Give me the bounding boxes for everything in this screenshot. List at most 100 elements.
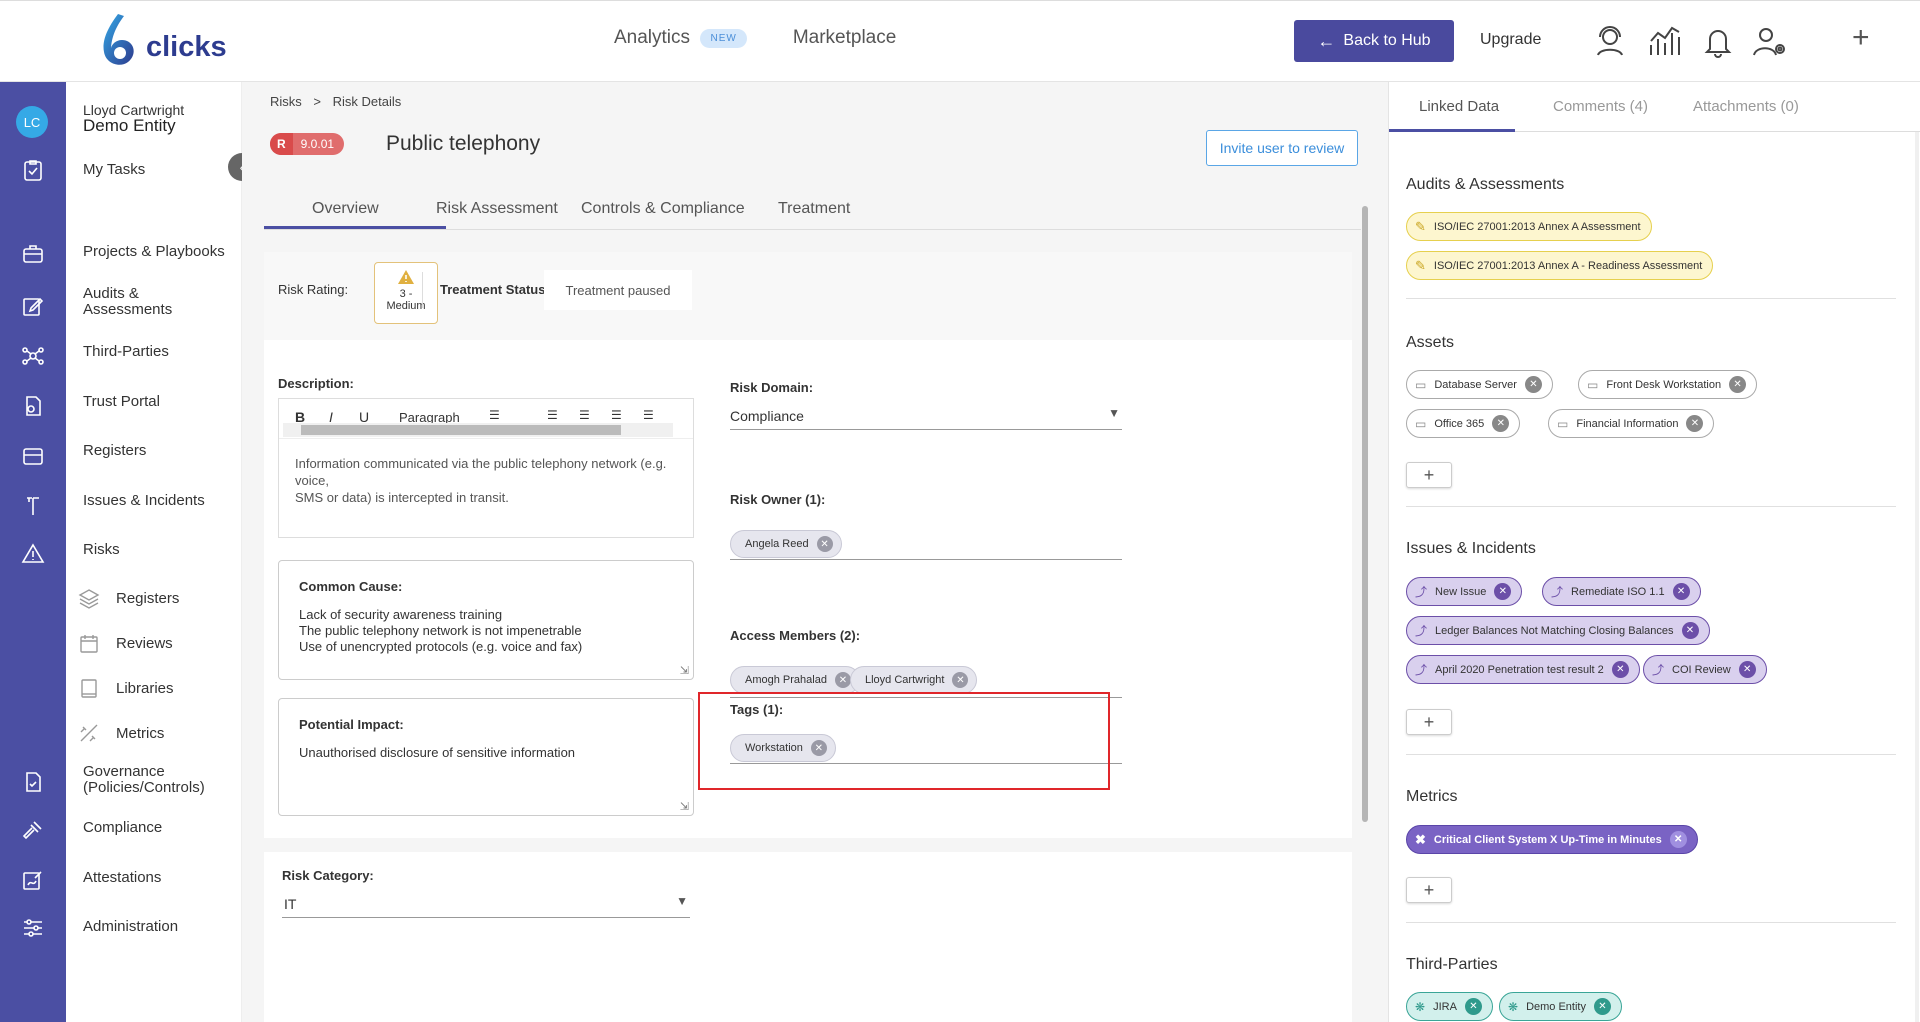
policy-icon[interactable] (21, 770, 45, 794)
remove-icon[interactable]: ✕ (834, 672, 851, 688)
sidebar-item-governance[interactable]: Governance (Policies/Controls) (83, 764, 205, 796)
invite-user-button[interactable]: Invite user to review (1206, 130, 1358, 166)
right-panel-scrollbar[interactable] (1915, 132, 1919, 1022)
main-scrollbar-thumb[interactable] (1362, 206, 1368, 822)
editor-scrollbar-thumb[interactable] (301, 425, 621, 435)
description-text[interactable]: Information communicated via the public … (295, 455, 693, 506)
remove-icon[interactable]: ✕ (1611, 661, 1629, 678)
linked-issue-chip[interactable]: ⤴ COI Review ✕ (1643, 655, 1767, 684)
access-member-chip[interactable]: Lloyd Cartwright ✕ (850, 666, 978, 694)
tab-risk-assessment[interactable]: Risk Assessment (436, 200, 558, 218)
add-metric-button[interactable]: + (1406, 877, 1452, 903)
breadcrumb-risks[interactable]: Risks (270, 94, 302, 109)
back-to-hub-button[interactable]: ← Back to Hub (1294, 20, 1454, 62)
resize-handle-icon[interactable]: ⇲ (680, 800, 689, 813)
outdent-icon[interactable]: ☰ (611, 408, 622, 422)
risk-domain-select[interactable]: Compliance ▼ (730, 398, 1122, 430)
treatment-status-value[interactable]: Treatment paused (544, 270, 692, 310)
avatar[interactable]: LC (16, 106, 48, 138)
edit-icon[interactable] (21, 294, 45, 318)
sidebar-subitem-reviews[interactable]: Reviews (116, 635, 173, 652)
sidebar-subitem-registers[interactable]: Registers (116, 590, 179, 607)
main-scrollbar[interactable] (1362, 206, 1368, 822)
remove-icon[interactable]: ✕ (1464, 998, 1482, 1015)
linked-audit-chip[interactable]: ✎ ISO/IEC 27001:2013 Annex A - Readiness… (1406, 251, 1714, 280)
remove-icon[interactable]: ✕ (1492, 415, 1510, 432)
remove-icon[interactable]: ✕ (816, 536, 833, 552)
sidebar-item-attestations[interactable]: Attestations (83, 870, 161, 886)
common-cause-card[interactable]: Common Cause: Lack of security awareness… (278, 560, 694, 680)
sidebar-item-audits[interactable]: Audits & Assessments (83, 286, 172, 318)
linked-third-party-chip[interactable]: ❋ JIRA ✕ (1406, 992, 1493, 1021)
clipboard-check-icon[interactable] (21, 158, 45, 182)
linked-issue-chip[interactable]: ⤴ New Issue ✕ (1406, 577, 1523, 606)
nav-analytics[interactable]: Analytics NEW (614, 27, 747, 49)
register-icon[interactable] (21, 444, 45, 468)
briefcase-icon[interactable] (21, 242, 45, 266)
sidebar-item-projects[interactable]: Projects & Playbooks (83, 244, 225, 260)
align-icon[interactable]: ☰ (489, 408, 500, 422)
logo[interactable]: clicks (98, 11, 227, 71)
tab-attachments[interactable]: Attachments (0) (1693, 98, 1799, 115)
remove-icon[interactable]: ✕ (1672, 583, 1690, 600)
risk-owner-chip[interactable]: Angela Reed ✕ (730, 530, 842, 558)
ordered-list-icon[interactable]: ☰ (547, 408, 558, 422)
remove-icon[interactable]: ✕ (1681, 622, 1699, 639)
remove-icon[interactable]: ✕ (1669, 831, 1687, 848)
issue-icon[interactable] (21, 494, 45, 518)
sidebar-item-registers[interactable]: Registers (83, 443, 146, 459)
sidebar-item-trust-portal[interactable]: Trust Portal (83, 394, 160, 410)
risk-rating-box[interactable]: 3 - Medium (374, 262, 438, 324)
sidebar-item-third-parties[interactable]: Third-Parties (83, 344, 169, 360)
tab-comments[interactable]: Comments (4) (1553, 98, 1648, 115)
remove-icon[interactable]: ✕ (1593, 998, 1611, 1015)
linked-audit-chip[interactable]: ✎ ISO/IEC 27001:2013 Annex A Assessment (1406, 212, 1652, 241)
linked-issue-chip[interactable]: ⤴ Ledger Balances Not Matching Closing B… (1406, 616, 1710, 645)
risk-category-select[interactable]: IT ▼ (282, 888, 690, 918)
gavel-icon[interactable] (21, 818, 45, 842)
tab-controls-compliance[interactable]: Controls & Compliance (581, 200, 745, 218)
linked-asset-chip[interactable]: ▭ Database Server ✕ (1406, 370, 1553, 399)
potential-impact-card[interactable]: Potential Impact: Unauthorised disclosur… (278, 698, 694, 816)
sliders-icon[interactable] (21, 916, 45, 940)
tab-overview[interactable]: Overview (312, 200, 379, 218)
sidebar-item-compliance[interactable]: Compliance (83, 820, 162, 836)
remove-icon[interactable]: ✕ (1738, 661, 1756, 678)
linked-issue-chip[interactable]: ⤴ April 2020 Penetration test result 2 ✕ (1406, 655, 1640, 684)
nav-marketplace[interactable]: Marketplace (793, 27, 897, 49)
support-agent-icon[interactable] (1592, 23, 1628, 59)
linked-asset-chip[interactable]: ▭ Financial Information ✕ (1548, 409, 1715, 438)
linked-third-party-chip[interactable]: ❋ Demo Entity ✕ (1499, 992, 1622, 1021)
document-shield-icon[interactable] (21, 394, 45, 418)
upgrade-link[interactable]: Upgrade (1480, 31, 1541, 49)
linked-issue-chip[interactable]: ⤴ Remediate ISO 1.1 ✕ (1542, 577, 1701, 606)
remove-icon[interactable]: ✕ (1729, 376, 1747, 393)
attestation-icon[interactable] (21, 868, 45, 892)
linked-asset-chip[interactable]: ▭ Office 365 ✕ (1406, 409, 1521, 438)
sidebar-item-risks[interactable]: Risks (83, 542, 120, 558)
bell-icon[interactable] (1700, 23, 1736, 59)
access-member-chip[interactable]: Amogh Prahalad ✕ (730, 666, 860, 694)
warning-icon[interactable] (21, 542, 45, 566)
bullet-list-icon[interactable]: ☰ (579, 408, 590, 422)
resize-handle-icon[interactable]: ⇲ (680, 664, 689, 677)
remove-icon[interactable]: ✕ (1686, 415, 1704, 432)
remove-icon[interactable]: ✕ (952, 672, 969, 688)
editor-scrollbar[interactable] (283, 423, 673, 437)
add-issue-button[interactable]: + (1406, 709, 1452, 735)
user-info[interactable]: Lloyd Cartwright Demo Entity (83, 102, 184, 134)
analytics-chart-icon[interactable] (1646, 23, 1682, 59)
user-settings-icon[interactable] (1752, 23, 1788, 59)
linked-asset-chip[interactable]: ▭ Front Desk Workstation ✕ (1578, 370, 1758, 399)
remove-icon[interactable]: ✕ (1494, 583, 1512, 600)
remove-icon[interactable]: ✕ (1524, 376, 1542, 393)
sidebar-item-issues[interactable]: Issues & Incidents (83, 493, 205, 509)
sidebar-subitem-libraries[interactable]: Libraries (116, 680, 174, 697)
sidebar-subitem-metrics[interactable]: Metrics (116, 725, 164, 742)
tab-treatment[interactable]: Treatment (778, 200, 850, 218)
indent-icon[interactable]: ☰ (643, 408, 654, 422)
add-asset-button[interactable]: + (1406, 462, 1452, 488)
linked-metric-chip[interactable]: ✖ Critical Client System X Up-Time in Mi… (1406, 825, 1698, 854)
sidebar-item-administration[interactable]: Administration (83, 919, 178, 935)
network-icon[interactable] (21, 344, 45, 368)
